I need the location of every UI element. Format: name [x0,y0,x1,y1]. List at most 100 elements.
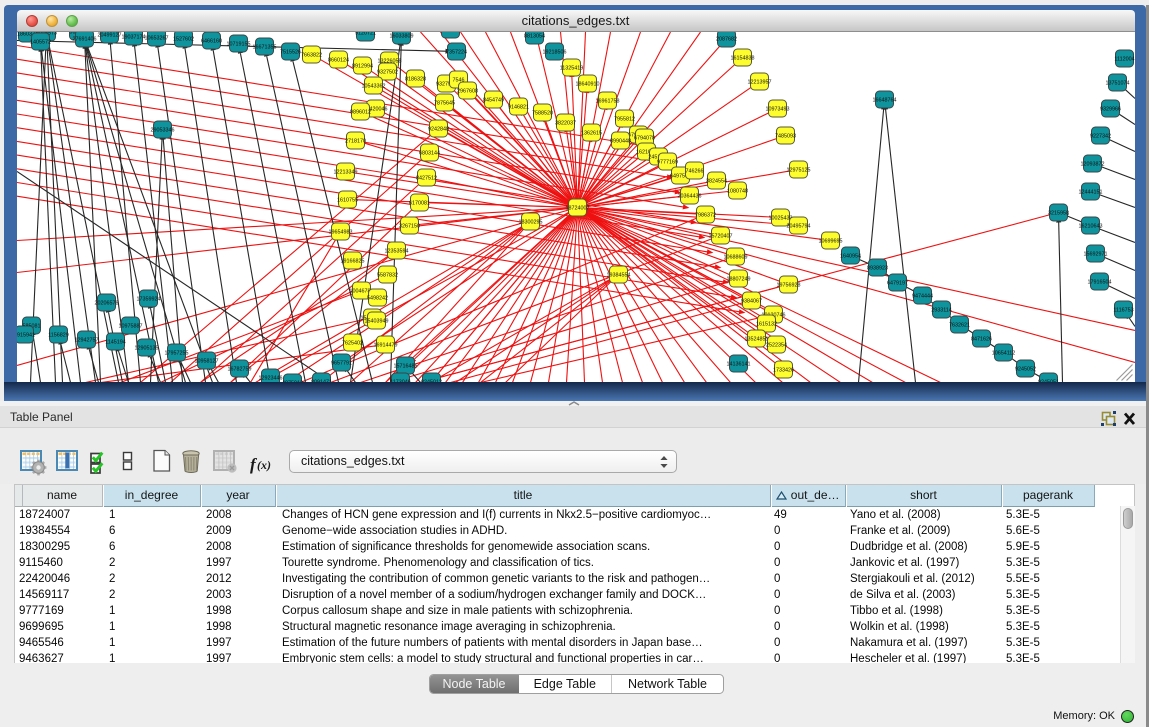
svg-text:7986372: 7986372 [695,212,716,218]
svg-text:16961758: 16961758 [595,98,619,104]
svg-text:6803144: 6803144 [419,150,440,156]
svg-text:19384554: 19384554 [606,272,630,278]
svg-text:8660124: 8660124 [328,57,349,63]
svg-text:9329966: 9329966 [1100,106,1121,112]
svg-text:16210643: 16210643 [1078,223,1102,229]
svg-text:7357224: 7357224 [446,49,467,55]
svg-text:2522354: 2522354 [766,342,787,348]
svg-text:12923446: 12923446 [258,375,282,381]
svg-text:29053346: 29053346 [150,127,174,133]
svg-text:16782759: 16782759 [227,366,251,372]
svg-text:12905135: 12905135 [134,345,158,351]
svg-text:9245052: 9245052 [1015,366,1036,372]
svg-text:15720407: 15720407 [708,233,732,239]
svg-text:19218506: 19218506 [542,49,566,55]
svg-text:10719155: 10719155 [226,41,250,47]
svg-text:20206578: 20206578 [94,300,118,306]
svg-text:19037174: 19037174 [121,34,145,40]
svg-text:17359924: 17359924 [136,296,160,302]
svg-text:18640910: 18640910 [575,81,599,87]
svg-text:9474444: 9474444 [912,293,933,299]
svg-text:18724007: 18724007 [565,205,589,211]
svg-text:10543362: 10543362 [361,83,385,89]
svg-text:9327502: 9327502 [377,69,398,75]
svg-text:1733426: 1733426 [773,367,794,373]
svg-text:7485093: 7485093 [775,133,796,139]
svg-text:1112004: 1112004 [1114,56,1134,62]
svg-text:1362615: 1362615 [581,130,602,136]
svg-text:2933114: 2933114 [931,307,952,313]
svg-text:20495794: 20495794 [786,223,810,229]
svg-text:8938923: 8938923 [867,265,888,271]
svg-text:12975125: 12975125 [786,167,810,173]
svg-text:15716485: 15716485 [393,363,417,369]
svg-text:7663822: 7663822 [301,52,322,58]
svg-text:9245051: 9245051 [1038,379,1059,382]
svg-text:2718170: 2718170 [345,138,366,144]
svg-text:16154838: 16154838 [730,55,754,61]
svg-text:1640954: 1640954 [840,253,861,259]
svg-text:18300295: 18300295 [518,219,542,225]
svg-text:1145194: 1145194 [105,339,126,345]
svg-text:6479197: 6479197 [887,280,908,286]
svg-text:13751074: 13751074 [1105,80,1129,86]
svg-text:3824554: 3824554 [706,178,727,184]
svg-text:17916504: 17916504 [1087,279,1111,285]
svg-text:12213957: 12213957 [747,79,771,85]
svg-text:15692971: 15692971 [1083,251,1107,257]
svg-text:18807249: 18807249 [726,276,750,282]
svg-text:16914479: 16914479 [373,342,397,348]
svg-text:5587832: 5587832 [377,272,398,278]
svg-text:12353594: 12353594 [384,248,408,254]
svg-text:9777169: 9777169 [657,159,678,165]
svg-text:10025433: 10025433 [768,215,792,221]
svg-text:9657791: 9657791 [331,360,352,366]
svg-text:6794078: 6794078 [634,135,655,141]
svg-text:15403949: 15403949 [364,318,388,324]
svg-text:14136141: 14136141 [726,361,750,367]
svg-text:3267150: 3267150 [399,223,420,229]
svg-text:1610755: 1610755 [337,197,358,203]
svg-text:10688609: 10688609 [723,254,747,260]
svg-text:1405572: 1405572 [30,39,51,45]
svg-text:8454749: 8454749 [483,97,504,103]
svg-text:20499127: 20499127 [97,32,121,38]
svg-text:9227342: 9227342 [1090,133,1111,139]
svg-text:16648764: 16648764 [872,97,896,103]
svg-text:8990448: 8990448 [610,138,631,144]
svg-text:7625402: 7625402 [342,340,363,346]
svg-text:9120721: 9120721 [355,32,376,37]
svg-text:6466160: 6466160 [201,38,222,44]
svg-text:12093872: 12093872 [1080,161,1104,167]
svg-text:2967608: 2967608 [457,88,478,94]
svg-text:8912006: 8912006 [440,32,461,34]
svg-text:8912994: 8912994 [352,63,373,69]
svg-text:19166825: 19166825 [340,258,364,264]
svg-text:6170081: 6170081 [409,200,430,206]
svg-text:1116753: 1116753 [1113,307,1133,313]
svg-text:8427512: 8427512 [416,175,437,181]
svg-text:8471626: 8471626 [971,336,992,342]
svg-text:746266: 746266 [685,168,703,174]
svg-text:7515526: 7515526 [280,49,301,55]
svg-text:19756928: 19756928 [776,282,800,288]
svg-text:10654112: 10654112 [991,350,1015,356]
svg-text:8186328: 8186328 [405,76,426,82]
svg-text:7955812: 7955812 [614,116,635,122]
svg-text:12942757: 12942757 [74,337,98,343]
svg-text:9384067: 9384067 [741,298,762,304]
svg-text:1080748: 1080748 [727,188,748,194]
svg-text:2087682: 2087682 [716,36,737,42]
svg-text:8091471: 8091471 [311,379,332,382]
svg-text:13524851: 13524851 [744,336,768,342]
svg-text:16671355: 16671355 [252,44,276,50]
svg-text:7588520: 7588520 [532,110,553,116]
svg-text:9146821: 9146821 [508,104,529,110]
svg-text:8813054: 8813054 [524,33,545,39]
svg-text:10973493: 10973493 [765,106,789,112]
svg-text:7875645: 7875645 [434,100,455,106]
svg-text:27691406: 27691406 [72,36,96,42]
svg-text:10653267: 10653267 [144,35,168,41]
svg-text:10958127: 10958127 [194,358,218,364]
svg-text:3215958: 3215958 [1048,210,1069,216]
